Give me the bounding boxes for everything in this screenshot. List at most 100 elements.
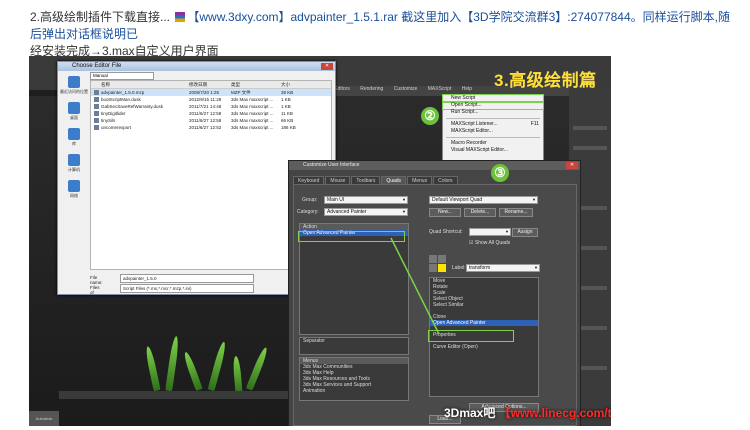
places-sidebar: 最近访问的位置 桌面 库 计算机 网络 bbox=[60, 76, 88, 276]
place-recent[interactable]: 最近访问的位置 bbox=[60, 76, 88, 98]
customize-tabs: Keyboard Mouse Toolbars Quads Menus Colors bbox=[293, 176, 459, 186]
watermark-url: 【www.linecg.com/tieba/1771】 bbox=[498, 406, 611, 420]
place-network[interactable]: 网络 bbox=[60, 180, 88, 202]
quad-preview-green[interactable] bbox=[438, 255, 446, 263]
quad-item[interactable]: Curve Editor (Open) bbox=[430, 344, 538, 350]
viewport-quad-select[interactable]: Default Viewport Quad bbox=[429, 196, 538, 204]
col-date[interactable]: 修改日期 bbox=[189, 82, 207, 88]
desktop-icon bbox=[68, 102, 80, 114]
file-icon bbox=[94, 104, 99, 109]
post-line-1: 2.高级绘制插件下载直接... 【www.3dxy.com】advpainter… bbox=[30, 9, 730, 43]
plant-leaf bbox=[207, 340, 228, 392]
quad-preview-blue[interactable] bbox=[429, 264, 437, 272]
dialog-title: Choose Editor File bbox=[72, 63, 122, 69]
menu-item-open-script[interactable]: Open Script... bbox=[442, 101, 544, 110]
rename-button[interactable]: Rename... bbox=[499, 208, 533, 217]
col-size[interactable]: 大小 bbox=[281, 82, 290, 88]
file-list-header: 名称 修改日期 类型 大小 bbox=[91, 81, 331, 89]
file-icon bbox=[94, 125, 99, 130]
label-input[interactable]: transform bbox=[466, 264, 540, 272]
file-icon bbox=[94, 118, 99, 123]
file-row[interactable]: GabSecSaveRefWarranty.dusk 2011/7/21 14:4… bbox=[91, 103, 331, 110]
plant-leaf bbox=[232, 355, 243, 395]
menu-item-new-script[interactable]: New Script bbox=[442, 94, 544, 103]
quad-shortcut-input[interactable] bbox=[469, 228, 511, 236]
menu-item-editor[interactable]: MAXScript Editor... bbox=[443, 128, 543, 135]
menu-help[interactable]: Help bbox=[462, 86, 472, 92]
group-select[interactable]: Main UI bbox=[324, 196, 408, 204]
close-icon[interactable]: ✕ bbox=[321, 63, 333, 70]
file-row[interactable]: tinySils 2011/6/27 12:58 3ds Max maxscript… bbox=[91, 117, 331, 124]
file-row[interactable]: advpainter_1.5.0.mzp 2008/7/20 1:26 MZP 文件… bbox=[91, 89, 331, 96]
filetype-select[interactable]: Script Files (*.ms,*.mcr,*.mzp,*.ini) bbox=[120, 284, 254, 293]
file-row[interactable]: tinyDigitlider 2011/6/27 12:58 3ds Max max… bbox=[91, 110, 331, 117]
filetype-label: Files of type: bbox=[90, 285, 100, 300]
customize-ui-dialog: Customize User Interface ✕ Keyboard Mouse… bbox=[288, 160, 581, 426]
file-icon bbox=[94, 111, 99, 116]
col-type[interactable]: 类型 bbox=[231, 82, 240, 88]
menus-list[interactable]: Menus 3ds Max Communities 3ds Max Help 3… bbox=[299, 357, 409, 401]
quad-preview-yellow[interactable] bbox=[438, 264, 446, 272]
assign-button[interactable]: Assign bbox=[512, 228, 538, 237]
watermark-prefix: 3Dmax吧 bbox=[444, 406, 496, 420]
separator-list[interactable]: Separator bbox=[299, 337, 409, 355]
menu-item-macro-recorder[interactable]: Macro Recorder bbox=[443, 140, 543, 147]
quad-shortcut-label: Quad Shortcut: bbox=[429, 229, 463, 235]
step-badge-2: ② bbox=[421, 107, 439, 125]
menu-separator bbox=[446, 118, 540, 119]
plant-leaf bbox=[144, 345, 161, 392]
category-label: Category: bbox=[297, 209, 319, 215]
group-label: Group: bbox=[302, 197, 318, 203]
highlight-quad-item bbox=[428, 330, 514, 342]
menu-rendering[interactable]: Rendering bbox=[360, 86, 383, 92]
place-computer[interactable]: 计算机 bbox=[60, 154, 88, 176]
highlight-open-advanced-painter-action bbox=[298, 231, 405, 242]
panel-row bbox=[573, 126, 607, 130]
menu-customize[interactable]: Customize bbox=[394, 86, 418, 92]
col-name[interactable]: 名称 bbox=[101, 82, 110, 88]
file-row[interactable]: bootScriptMan.dusk 2012/9/15 11:28 3ds Max… bbox=[91, 96, 331, 103]
library-icon bbox=[68, 128, 80, 140]
file-row[interactable]: uncomerexport 2011/6/27 12:52 3ds Max maxs… bbox=[91, 124, 331, 131]
step-badge-3: ③ bbox=[491, 164, 509, 182]
separator-item[interactable]: Separator bbox=[300, 338, 408, 344]
file-icon bbox=[94, 90, 99, 95]
place-desktop[interactable]: 桌面 bbox=[60, 102, 88, 124]
address-bar[interactable]: Manual bbox=[90, 72, 154, 80]
embedded-screenshot: Graph Editors Rendering Customize MAXScr… bbox=[29, 56, 611, 426]
computer-icon bbox=[68, 154, 80, 166]
menu-item-listener[interactable]: MAXScript Listener... F11 bbox=[443, 121, 543, 128]
customize-dialog-title: Customize User Interface bbox=[303, 162, 360, 168]
file-icon bbox=[94, 97, 99, 102]
menus-item[interactable]: Animation bbox=[300, 388, 408, 394]
place-library[interactable]: 库 bbox=[60, 128, 88, 150]
menu-maxscript[interactable]: MAXScript bbox=[428, 86, 452, 92]
filename-label: File name: bbox=[90, 275, 103, 285]
maxscript-menu: New Script Open Script... Run Script... … bbox=[442, 94, 544, 166]
post-text: 2.高级绘制插件下载直接... 【www.3dxy.com】advpainter… bbox=[30, 9, 730, 60]
menu-item-visual-editor[interactable]: Visual MAXScript Editor... bbox=[443, 147, 543, 154]
network-icon bbox=[68, 180, 80, 192]
menu-separator bbox=[446, 137, 540, 138]
plant-leaf bbox=[165, 335, 180, 392]
dialog-title-bar: Choose Editor File ✕ bbox=[58, 62, 335, 71]
customize-body: Group: Main UI Category: Advanced Painte… bbox=[293, 184, 577, 426]
show-all-quads-checkbox[interactable]: ☑ Show All Quads bbox=[469, 240, 510, 246]
new-button[interactable]: New... bbox=[429, 208, 461, 217]
category-select[interactable]: Advanced Painter bbox=[324, 208, 408, 216]
close-icon[interactable]: ✕ bbox=[566, 162, 578, 169]
overlay-title: 3.高级绘制篇 bbox=[494, 71, 597, 90]
filename-input[interactable]: advpainter_1.5.0 bbox=[120, 274, 254, 283]
watermark: 3Dmax吧 【www.linecg.com/tieba/1771】 bbox=[444, 404, 611, 421]
label-label: Label: bbox=[452, 265, 466, 271]
customize-dialog-title-bar: Customize User Interface ✕ bbox=[289, 161, 580, 170]
plant-leaf bbox=[245, 346, 270, 391]
delete-button[interactable]: Delete... bbox=[464, 208, 496, 217]
panel-row bbox=[573, 146, 607, 150]
plant-leaf bbox=[182, 351, 203, 391]
post-line-1-part-a: 2.高级绘制插件下载直接... bbox=[30, 10, 171, 24]
rar-file-icon bbox=[175, 12, 186, 22]
recent-places-icon bbox=[68, 76, 80, 88]
menu-item-run-script[interactable]: Run Script... bbox=[443, 109, 543, 116]
quad-preview-red[interactable] bbox=[429, 255, 437, 263]
